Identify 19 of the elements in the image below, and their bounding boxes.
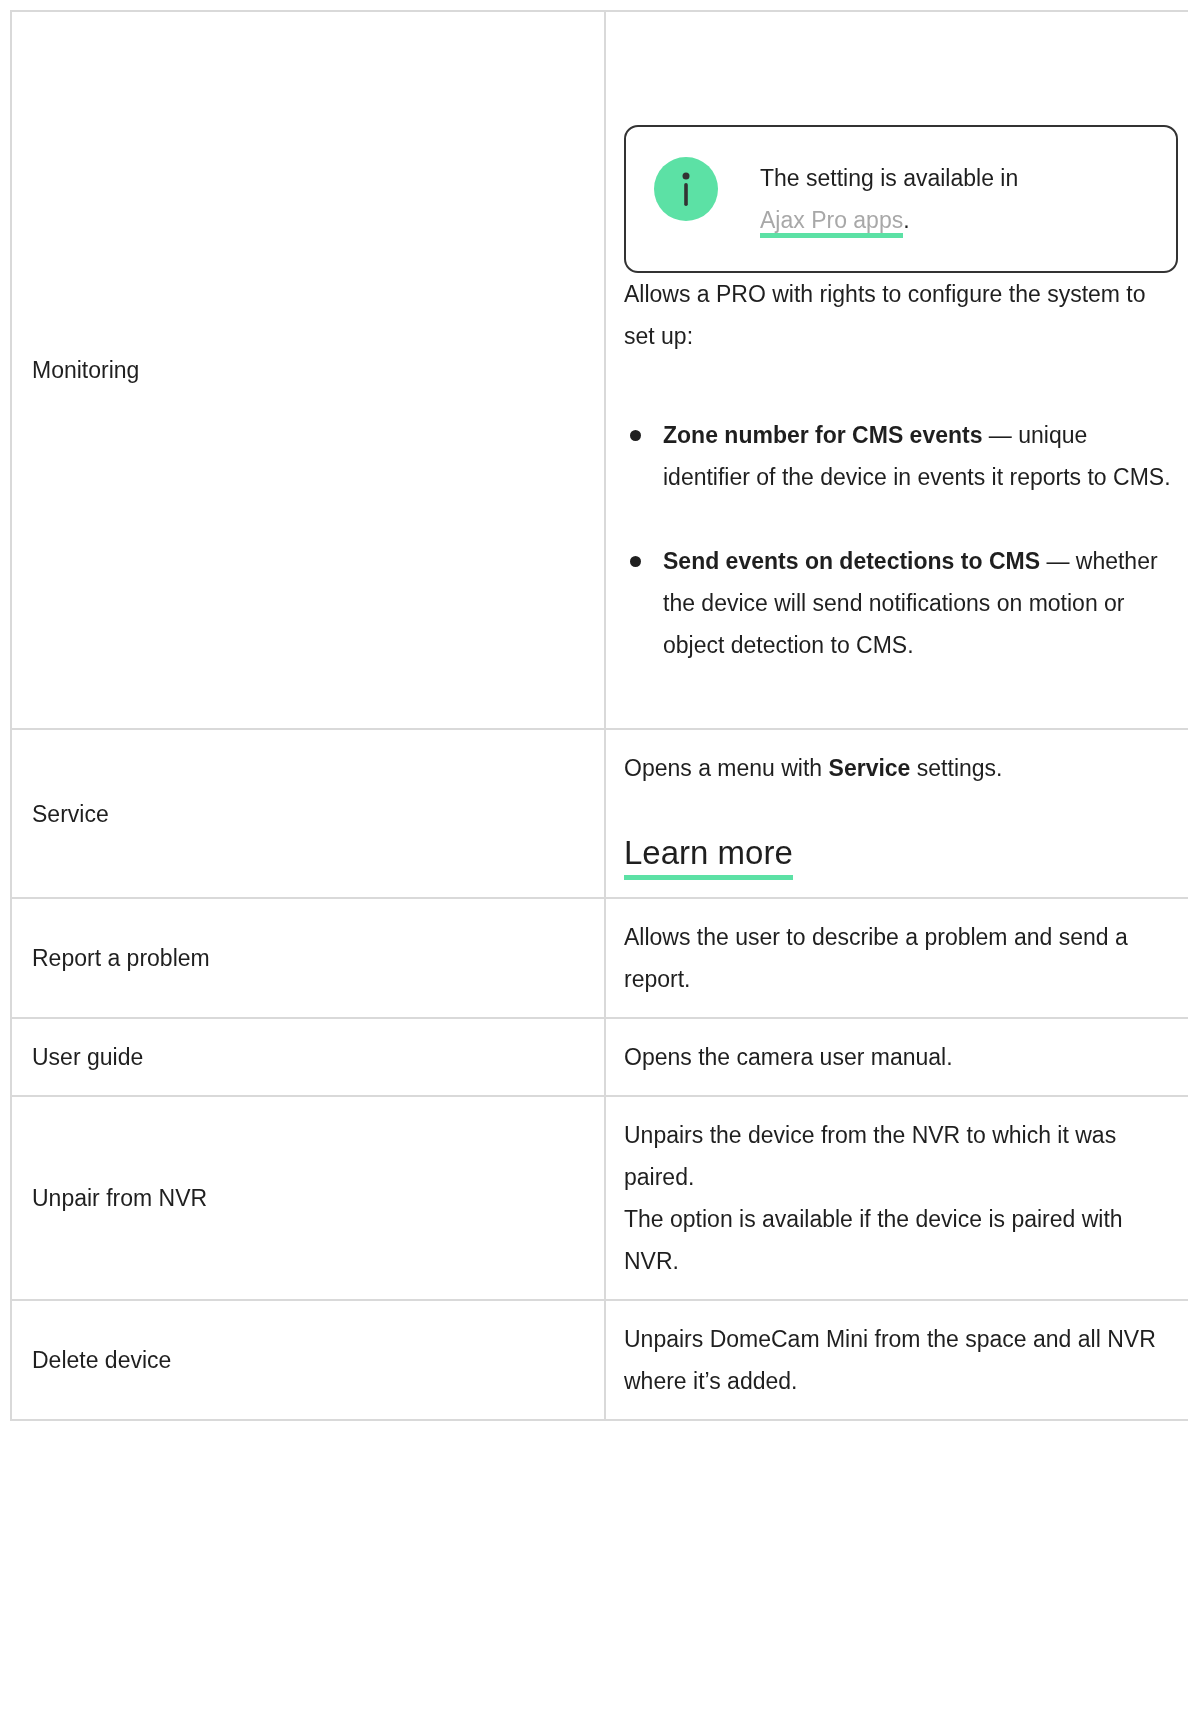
setting-name: Monitoring — [32, 356, 140, 385]
description-text: Opens a menu with Service settings. — [624, 754, 1004, 783]
description-text: Allows a PRO with rights to configure the system to set up: — [624, 280, 1147, 351]
bullet-icon — [630, 556, 641, 567]
setting-name: Delete device — [32, 1346, 172, 1375]
setting-name: Unpair from NVR — [32, 1184, 208, 1213]
setting-name: Report a problem — [32, 944, 210, 973]
note-text: The setting is available in Ajax Pro apps. — [760, 157, 1148, 241]
description-text: Unpairs DomeCam Mini from the space and all NVR where it’s added. — [624, 1325, 1157, 1396]
bullet-text: Zone number for CMS events — unique identifier of the device in events it reports to CMS. — [663, 421, 1172, 492]
setting-name: User guide — [32, 1043, 144, 1072]
description-text: Allows the user to describe a problem and send a report. — [624, 923, 1129, 994]
bullet-text: Send events on detections to CMS — whether the device will send notifications on motion or object detection to CMS. — [663, 547, 1159, 660]
setting-name: Service — [32, 799, 109, 829]
description-text: The option is available if the device is paired with NVR. — [624, 1205, 1124, 1276]
description-text: Opens the camera user manual. — [624, 1043, 954, 1072]
learn-more-link[interactable]: Learn more — [624, 831, 793, 880]
description-text: Unpairs the device from the NVR to which it was paired. — [624, 1121, 1118, 1192]
bullet-icon — [630, 430, 641, 441]
